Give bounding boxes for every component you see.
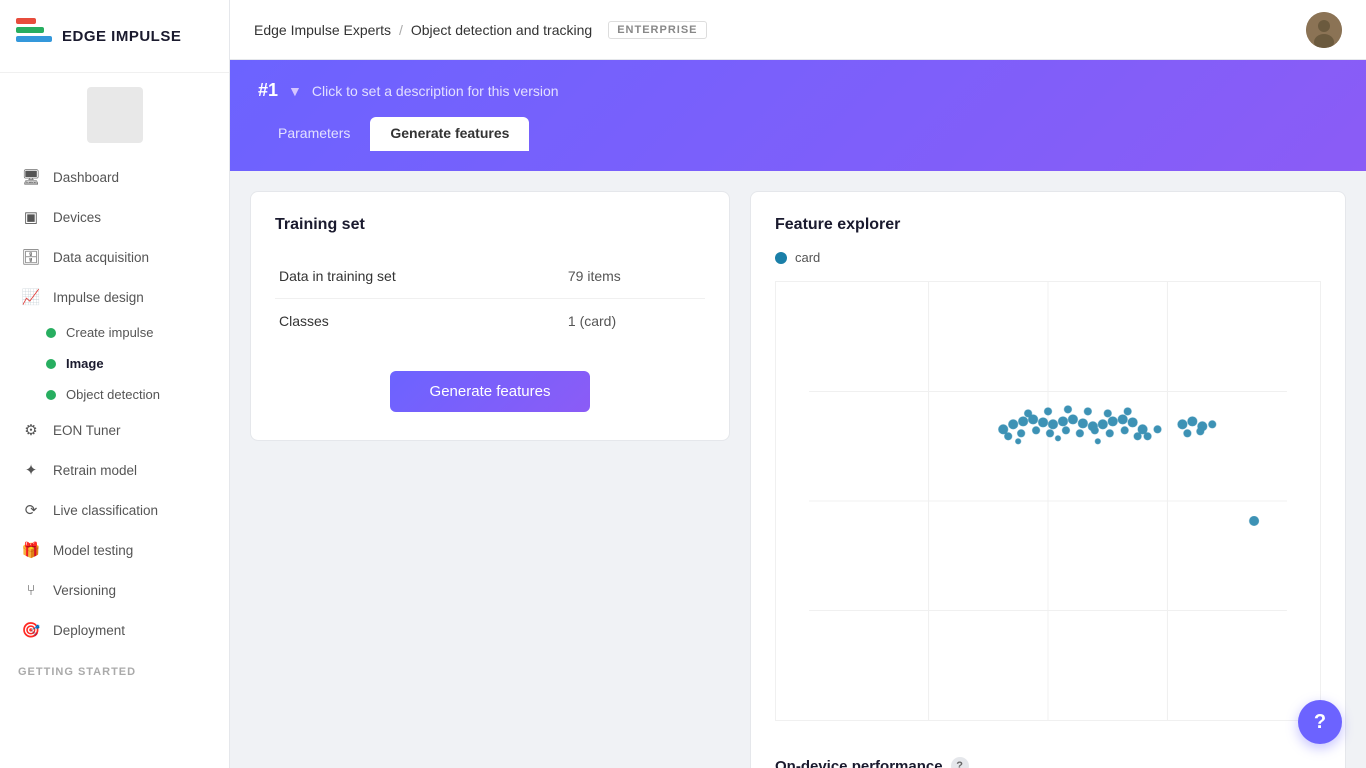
getting-started-label: GETTING STARTED (0, 650, 229, 684)
legend-label-card: card (795, 250, 820, 265)
sidebar-item-label: Impulse design (53, 290, 144, 305)
help-fab-button[interactable]: ? (1298, 700, 1342, 744)
devices-icon: ▣ (21, 207, 41, 227)
classes-label: Classes (275, 299, 564, 344)
dashboard-icon: 🖥 (21, 167, 41, 187)
content-area: Training set Data in training set 79 ite… (230, 171, 1366, 768)
training-info-table: Data in training set 79 items Classes 1 … (275, 254, 705, 343)
tab-generate-features[interactable]: Generate features (370, 117, 529, 151)
sidebar-item-label: Data acquisition (53, 250, 149, 265)
legend: card (775, 250, 1321, 265)
deployment-icon: 🎯 (21, 620, 41, 640)
sidebar-item-label: Model testing (53, 543, 133, 558)
version-number: #1 (258, 80, 278, 101)
object-detection-dot (46, 390, 56, 400)
generate-features-button[interactable]: Generate features (390, 371, 591, 412)
logo-area: EDGE IMPULSE (0, 0, 229, 73)
sidebar-item-data-acquisition[interactable]: 🗄 Data acquisition (0, 237, 229, 277)
breadcrumb-current: Object detection and tracking (411, 22, 592, 38)
legend-dot-card (775, 252, 787, 264)
sidebar-item-create-impulse[interactable]: Create impulse (0, 317, 229, 348)
image-dot (46, 359, 56, 369)
version-description[interactable]: Click to set a description for this vers… (312, 83, 559, 99)
training-set-card: Training set Data in training set 79 ite… (250, 191, 730, 441)
version-title: #1 ▼ Click to set a description for this… (258, 80, 1338, 101)
data-in-training-value: 79 items (564, 254, 705, 299)
logo-icon (16, 18, 52, 54)
on-device-performance-header: On-device performance ? (775, 741, 1321, 768)
sidebar-item-model-testing[interactable]: 🎁 Model testing (0, 530, 229, 570)
sidebar-item-live-classification[interactable]: ⟳ Live classification (0, 490, 229, 530)
table-row: Data in training set 79 items (275, 254, 705, 299)
right-panel: Feature explorer card (750, 171, 1366, 768)
data-in-training-label: Data in training set (275, 254, 564, 299)
sidebar-item-versioning[interactable]: ⑂ Versioning (0, 570, 229, 610)
create-impulse-dot (46, 328, 56, 338)
sidebar-sub-label: Create impulse (66, 325, 153, 340)
sidebar-item-object-detection[interactable]: Object detection (0, 379, 229, 410)
sidebar-item-label: Retrain model (53, 463, 137, 478)
sidebar-item-retrain-model[interactable]: ✦ Retrain model (0, 450, 229, 490)
sidebar-item-eon-tuner[interactable]: ⚙ EON Tuner (0, 410, 229, 450)
sidebar-item-label: Live classification (53, 503, 158, 518)
feature-explorer-title: Feature explorer (775, 216, 1321, 234)
breadcrumb-separator: / (399, 22, 403, 38)
impulse-icon: 📈 (21, 287, 41, 307)
on-device-help-icon[interactable]: ? (951, 757, 969, 768)
sidebar-item-label: Versioning (53, 583, 116, 598)
help-fab-label: ? (1314, 711, 1326, 734)
sidebar-item-label: Devices (53, 210, 101, 225)
table-row: Classes 1 (card) (275, 299, 705, 344)
sidebar-item-impulse-design[interactable]: 📈 Impulse design (0, 277, 229, 317)
sidebar-item-label: Dashboard (53, 170, 119, 185)
enterprise-badge: ENTERPRISE (608, 21, 706, 39)
left-panel: Training set Data in training set 79 ite… (230, 171, 750, 768)
sidebar-item-image[interactable]: Image (0, 348, 229, 379)
user-avatar[interactable] (1306, 12, 1342, 48)
logo-text: EDGE IMPULSE (62, 28, 181, 45)
versioning-icon: ⑂ (21, 580, 41, 600)
sidebar-item-label: EON Tuner (53, 423, 121, 438)
main-area: Edge Impulse Experts / Object detection … (230, 0, 1366, 768)
breadcrumb: Edge Impulse Experts / Object detection … (254, 21, 707, 39)
sidebar-item-devices[interactable]: ▣ Devices (0, 197, 229, 237)
profile-box (87, 87, 143, 143)
sidebar-item-label: Deployment (53, 623, 125, 638)
breadcrumb-link[interactable]: Edge Impulse Experts (254, 22, 391, 38)
tab-parameters[interactable]: Parameters (258, 117, 370, 151)
version-banner: #1 ▼ Click to set a description for this… (230, 60, 1366, 171)
tab-bar: Parameters Generate features (258, 117, 1338, 151)
data-icon: 🗄 (21, 247, 41, 267)
sidebar-item-dashboard[interactable]: 🖥 Dashboard (0, 157, 229, 197)
eon-icon: ⚙ (21, 420, 41, 440)
version-dropdown[interactable]: ▼ (288, 83, 302, 99)
sidebar: EDGE IMPULSE 🖥 Dashboard ▣ Devices 🗄 Dat… (0, 0, 230, 768)
feature-explorer-card: Feature explorer card (750, 191, 1346, 768)
classes-value: 1 (card) (564, 299, 705, 344)
sidebar-item-deployment[interactable]: 🎯 Deployment (0, 610, 229, 650)
top-header: Edge Impulse Experts / Object detection … (230, 0, 1366, 60)
on-device-title: On-device performance (775, 758, 943, 768)
sidebar-sub-label: Image (66, 356, 104, 371)
sidebar-sub-label: Object detection (66, 387, 160, 402)
training-set-title: Training set (275, 216, 705, 234)
model-test-icon: 🎁 (21, 540, 41, 560)
live-icon: ⟳ (21, 500, 41, 520)
feature-viz (775, 281, 1321, 721)
retrain-icon: ✦ (21, 460, 41, 480)
